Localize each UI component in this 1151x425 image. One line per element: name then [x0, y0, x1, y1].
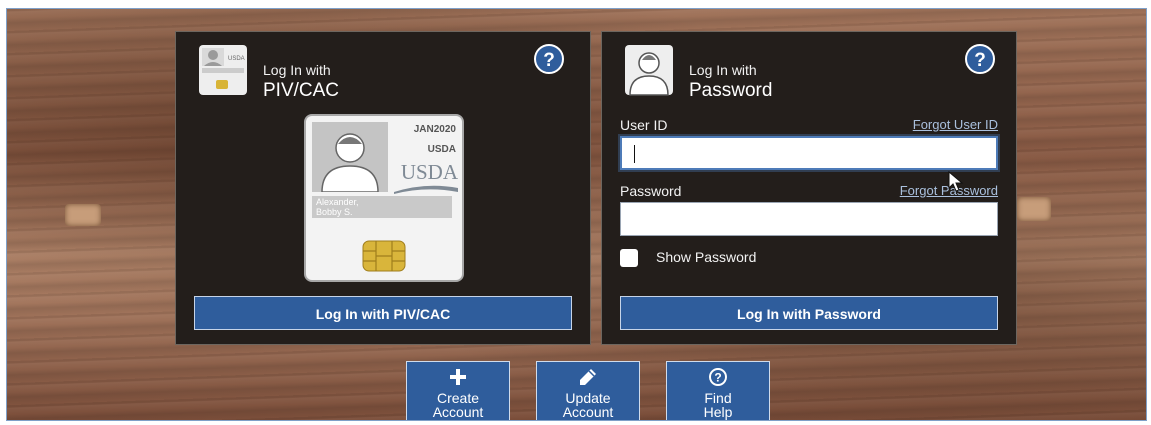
smart-chip-icon: [362, 240, 406, 272]
portrait-icon: [312, 122, 388, 192]
piv-help-button[interactable]: ?: [534, 44, 564, 74]
login-background: USDA Log In with PIV/CAC ? JAN2020 USDA …: [6, 8, 1147, 421]
password-title: Password: [689, 80, 773, 101]
find-help-label: Find Help: [703, 390, 733, 420]
password-login-button[interactable]: Log In with Password: [620, 296, 998, 330]
user-id-label: User ID: [620, 117, 668, 133]
update-account-button[interactable]: Update Account: [536, 361, 640, 420]
password-title-small: Log In with: [689, 62, 757, 78]
plus-icon: [407, 367, 509, 391]
svg-text:?: ?: [714, 371, 721, 385]
pencil-icon: [537, 367, 639, 391]
password-label: Password: [620, 183, 682, 199]
forgot-user-id-link[interactable]: Forgot User ID: [913, 117, 998, 132]
password-input[interactable]: [620, 202, 998, 236]
piv-login-panel: USDA Log In with PIV/CAC ? JAN2020 USDA …: [175, 31, 591, 345]
id-card-icon: USDA: [199, 45, 247, 95]
usda-swoosh-icon: [394, 185, 458, 194]
text-caret: [634, 145, 635, 163]
piv-login-button[interactable]: Log In with PIV/CAC: [194, 296, 572, 330]
usda-logo: USDA: [400, 160, 458, 184]
wood-knot: [65, 204, 101, 226]
create-account-label: Create Account: [432, 390, 484, 420]
piv-title-small: Log In with: [263, 62, 331, 78]
password-help-button[interactable]: ?: [965, 44, 995, 74]
create-account-button[interactable]: Create Account: [406, 361, 510, 420]
question-circle-icon: ?: [667, 367, 769, 391]
svg-text:USDA: USDA: [228, 56, 245, 62]
show-password-checkbox[interactable]: [620, 249, 638, 267]
find-help-button[interactable]: ? Find Help: [666, 361, 770, 420]
card-agency: USDA: [427, 144, 456, 155]
user-id-input[interactable]: [620, 136, 998, 170]
piv-title: PIV/CAC: [263, 80, 340, 101]
user-silhouette-icon: [625, 45, 673, 96]
card-date: JAN2020: [413, 124, 456, 135]
mouse-cursor-icon: [948, 171, 964, 192]
show-password-label[interactable]: Show Password: [656, 249, 756, 265]
wood-knot: [1017, 197, 1051, 221]
piv-card-illustration: JAN2020 USDA USDA Alexander, Bobby S.: [304, 114, 464, 282]
card-name: Alexander, Bobby S.: [312, 196, 452, 218]
update-account-label: Update Account: [562, 390, 614, 420]
